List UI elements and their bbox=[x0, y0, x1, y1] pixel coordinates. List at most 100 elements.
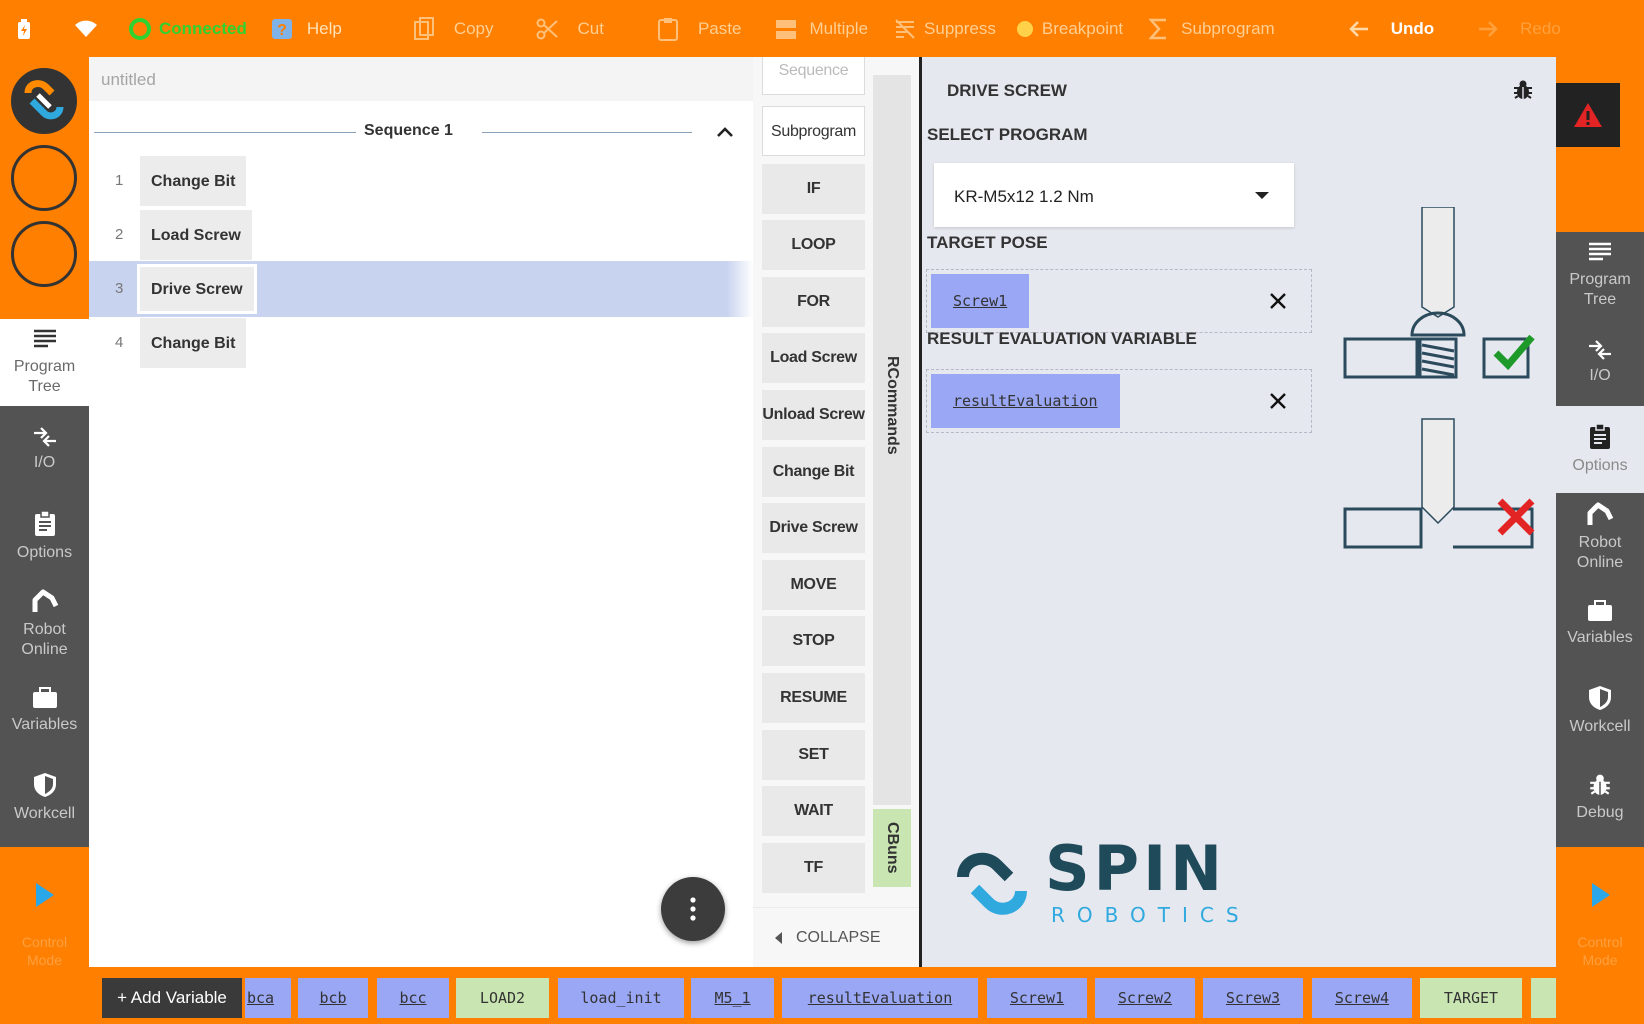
spin-logo-button[interactable] bbox=[11, 68, 77, 134]
left-nav-program-tree[interactable]: Program Tree bbox=[0, 319, 89, 406]
io-arrows-icon bbox=[33, 426, 56, 447]
collapse-button[interactable]: COLLAPSE bbox=[753, 907, 919, 967]
program-select[interactable]: KR-M5x12 1.2 Nm bbox=[934, 163, 1294, 227]
tree-node[interactable]: 1 Change Bit bbox=[89, 153, 753, 209]
variable-chip[interactable]: M5_1 bbox=[691, 978, 774, 1018]
left-control-mode-button[interactable]: Control Mode bbox=[0, 847, 89, 968]
tree-node-selected[interactable]: 3 Drive Screw bbox=[89, 261, 753, 317]
briefcase-icon bbox=[32, 686, 57, 708]
right-control-mode-button[interactable]: Control Mode bbox=[1556, 847, 1644, 968]
cmd-load-screw[interactable]: Load Screw bbox=[762, 333, 865, 383]
left-nav-options[interactable]: Options bbox=[0, 493, 89, 580]
cmd-subprogram[interactable]: Subprogram bbox=[762, 106, 865, 156]
close-icon[interactable] bbox=[1269, 392, 1287, 410]
program-name[interactable]: untitled bbox=[89, 57, 753, 101]
result-evaluation-chip[interactable]: resultEvaluation bbox=[931, 374, 1120, 428]
subprogram-button[interactable]: Subprogram bbox=[1149, 0, 1275, 57]
variable-chip[interactable]: Screw2 bbox=[1095, 978, 1195, 1018]
tree-node-number: 2 bbox=[115, 226, 124, 243]
cmd-set[interactable]: SET bbox=[762, 730, 865, 780]
more-actions-fab[interactable] bbox=[661, 877, 725, 941]
variable-chip[interactable]: Screw1 bbox=[987, 978, 1087, 1018]
cmd-move[interactable]: MOVE bbox=[762, 560, 865, 610]
right-nav-workcell[interactable]: Workcell bbox=[1556, 667, 1644, 754]
wifi-button[interactable] bbox=[75, 0, 97, 57]
left-rail-top bbox=[0, 57, 89, 319]
sequence-header[interactable]: Sequence 1 bbox=[94, 117, 739, 147]
alert-button[interactable] bbox=[1556, 83, 1620, 147]
connected-status[interactable]: Connected bbox=[129, 0, 247, 57]
cmd-wait[interactable]: WAIT bbox=[762, 786, 865, 836]
left-nav-workcell[interactable]: Workcell bbox=[0, 754, 89, 841]
variable-chip[interactable]: load_init bbox=[558, 978, 684, 1018]
suppress-button[interactable]: Suppress bbox=[894, 0, 996, 57]
variables-scroll[interactable]: bca bcb bcc LOAD2 load_init M5_1 resultE… bbox=[245, 967, 1556, 1024]
left-circle-button-1[interactable] bbox=[11, 145, 77, 211]
breakpoint-label: Breakpoint bbox=[1041, 18, 1124, 38]
tree-node[interactable]: 2 Load Screw bbox=[89, 207, 753, 263]
variable-chip[interactable]: bca bbox=[245, 978, 291, 1018]
right-nav-robot-online[interactable]: Robot Online bbox=[1556, 493, 1644, 580]
tab-rcommands[interactable]: RCommands bbox=[873, 75, 911, 805]
connected-icon bbox=[129, 17, 151, 40]
breakpoint-button[interactable]: Breakpoint bbox=[1016, 0, 1123, 57]
flash-button[interactable] bbox=[17, 0, 31, 57]
add-variable-button[interactable]: + Add Variable bbox=[102, 978, 242, 1018]
commands-scroll[interactable]: Sequence Subprogram IF LOOP FOR Load Scr… bbox=[753, 57, 919, 905]
right-nav-variables[interactable]: Variables bbox=[1556, 580, 1644, 667]
copy-button[interactable]: Copy bbox=[413, 0, 494, 57]
target-pose-chip[interactable]: Screw1 bbox=[931, 274, 1030, 328]
cmd-stop[interactable]: STOP bbox=[762, 616, 865, 666]
variable-chip[interactable]: bcb bbox=[298, 978, 368, 1018]
help-button[interactable]: ? Help bbox=[271, 0, 342, 57]
variable-chip[interactable]: bcc bbox=[377, 978, 449, 1018]
cmd-change-bit[interactable]: Change Bit bbox=[762, 447, 865, 497]
right-nav-program-tree[interactable]: Program Tree bbox=[1556, 232, 1644, 319]
variable-chip-partial[interactable] bbox=[1531, 978, 1556, 1018]
node-title: DRIVE SCREW bbox=[947, 81, 1067, 100]
right-nav-io[interactable]: I/O bbox=[1556, 319, 1644, 406]
cmd-tf[interactable]: TF bbox=[762, 843, 865, 893]
left-nav-variables[interactable]: Variables bbox=[0, 667, 89, 754]
right-nav-debug-label: Debug bbox=[1576, 803, 1624, 821]
cmd-unload-screw[interactable]: Unload Screw bbox=[762, 390, 865, 440]
left-nav-io-label: I/O bbox=[33, 453, 56, 471]
variable-chip[interactable]: Screw4 bbox=[1312, 978, 1412, 1018]
redo-button[interactable]: Redo bbox=[1478, 0, 1561, 57]
program-tree-panel: untitled Sequence 1 1 Change Bit 2 Load … bbox=[89, 57, 753, 967]
cmd-for[interactable]: FOR bbox=[762, 277, 865, 327]
result-evaluation-slot[interactable]: resultEvaluation bbox=[926, 369, 1312, 433]
suppress-icon bbox=[895, 18, 915, 39]
tree-node-label[interactable]: Drive Screw bbox=[137, 264, 257, 314]
tree-node[interactable]: 4 Change Bit bbox=[89, 315, 753, 371]
tree-node-number: 1 bbox=[115, 172, 124, 189]
cmd-sequence[interactable]: Sequence bbox=[762, 57, 865, 95]
paste-button[interactable]: Paste bbox=[657, 0, 741, 57]
variable-chip[interactable]: LOAD2 bbox=[456, 978, 549, 1018]
left-circle-button-2[interactable] bbox=[11, 221, 77, 287]
multiple-button[interactable]: Multiple bbox=[775, 0, 868, 57]
debug-bug-icon[interactable] bbox=[1513, 79, 1533, 101]
left-nav-robot-online[interactable]: Robot Online bbox=[0, 580, 89, 667]
tab-cbuns[interactable]: CBuns bbox=[873, 809, 911, 887]
cmd-loop[interactable]: LOOP bbox=[762, 220, 865, 270]
variable-chip[interactable]: TARGET bbox=[1420, 978, 1522, 1018]
cmd-drive-screw[interactable]: Drive Screw bbox=[762, 503, 865, 553]
undo-button[interactable]: Undo bbox=[1348, 0, 1434, 57]
left-nav-io[interactable]: I/O bbox=[0, 406, 89, 493]
tree-node-label[interactable]: Change Bit bbox=[140, 318, 247, 368]
tree-node-label[interactable]: Load Screw bbox=[140, 210, 252, 260]
right-nav-debug[interactable]: Debug bbox=[1556, 754, 1644, 841]
variable-chip[interactable]: Screw3 bbox=[1203, 978, 1303, 1018]
variable-chip[interactable]: resultEvaluation bbox=[782, 978, 978, 1018]
cmd-if[interactable]: IF bbox=[762, 164, 865, 214]
close-icon[interactable] bbox=[1269, 292, 1287, 310]
right-nav-options[interactable]: Options bbox=[1556, 406, 1644, 493]
target-pose-slot[interactable]: Screw1 bbox=[926, 269, 1312, 333]
left-nav-options-label: Options bbox=[16, 543, 73, 561]
cmd-resume[interactable]: RESUME bbox=[762, 673, 865, 723]
cut-button[interactable]: Cut bbox=[536, 0, 604, 57]
tree-node-label[interactable]: Change Bit bbox=[140, 156, 247, 206]
chevron-up-icon[interactable] bbox=[714, 121, 736, 143]
tab-rcommands-label: RCommands bbox=[884, 355, 901, 455]
